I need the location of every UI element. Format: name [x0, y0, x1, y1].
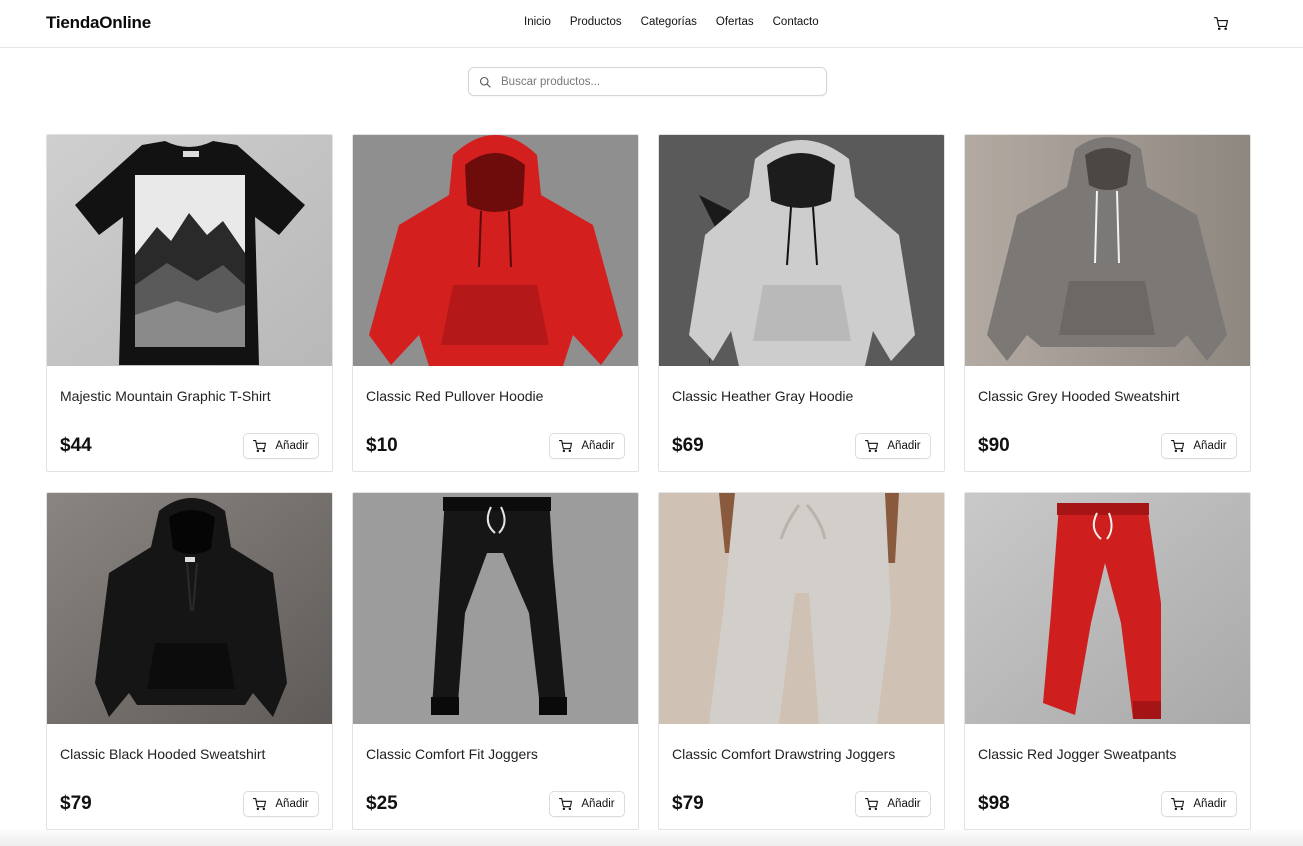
product-image[interactable] [47, 135, 332, 366]
add-button-label: Añadir [275, 440, 309, 452]
product-image[interactable] [353, 493, 638, 724]
product-card[interactable]: Classic Grey Hooded Sweatshirt $90 Añadi… [964, 134, 1251, 472]
product-card[interactable]: Majestic Mountain Graphic T-Shirt $44 Añ… [46, 134, 333, 472]
cart-icon [559, 440, 573, 452]
add-button-label: Añadir [887, 798, 921, 810]
add-to-cart-button[interactable]: Añadir [1161, 433, 1237, 459]
add-to-cart-button[interactable]: Añadir [243, 433, 319, 459]
product-card[interactable]: Classic Red Jogger Sweatpants $98 Añadir [964, 492, 1251, 830]
add-to-cart-button[interactable]: Añadir [855, 791, 931, 817]
cart-icon [1171, 440, 1185, 452]
cart-icon [1171, 798, 1185, 810]
product-title[interactable]: Majestic Mountain Graphic T-Shirt [60, 388, 271, 404]
main-nav: Inicio Productos Categorías Ofertas Cont… [524, 16, 819, 28]
product-title[interactable]: Classic Red Pullover Hoodie [366, 388, 543, 404]
top-header: TiendaOnline Inicio Productos Categorías… [0, 0, 1303, 48]
add-button-label: Añadir [887, 440, 921, 452]
product-card[interactable]: Classic Comfort Fit Joggers $25 Añadir [352, 492, 639, 830]
cart-icon [865, 798, 879, 810]
cart-icon [559, 798, 573, 810]
product-title[interactable]: Classic Grey Hooded Sweatshirt [978, 388, 1180, 404]
search-icon [479, 75, 493, 89]
product-price: $79 [60, 793, 92, 814]
nav-link-contacto[interactable]: Contacto [773, 16, 819, 28]
product-price: $10 [366, 435, 398, 456]
nav-link-ofertas[interactable]: Ofertas [716, 16, 754, 28]
add-to-cart-button[interactable]: Añadir [243, 791, 319, 817]
cart-icon [253, 440, 267, 452]
product-grid: Majestic Mountain Graphic T-Shirt $44 Añ… [46, 134, 1251, 830]
product-title[interactable]: Classic Heather Gray Hoodie [672, 388, 853, 404]
nav-link-inicio[interactable]: Inicio [524, 16, 551, 28]
nav-link-productos[interactable]: Productos [570, 16, 622, 28]
add-to-cart-button[interactable]: Añadir [1161, 791, 1237, 817]
add-button-label: Añadir [581, 798, 615, 810]
add-button-label: Añadir [1193, 440, 1227, 452]
product-card[interactable]: Classic Black Hooded Sweatshirt $79 Añad… [46, 492, 333, 830]
add-to-cart-button[interactable]: Añadir [549, 791, 625, 817]
product-price: $98 [978, 793, 1010, 814]
search-bar [468, 67, 827, 96]
product-title[interactable]: Classic Red Jogger Sweatpants [978, 746, 1176, 762]
product-title[interactable]: Classic Black Hooded Sweatshirt [60, 746, 265, 762]
add-button-label: Añadir [275, 798, 309, 810]
product-title[interactable]: Classic Comfort Fit Joggers [366, 746, 538, 762]
product-card[interactable]: Classic Comfort Drawstring Joggers $79 A… [658, 492, 945, 830]
product-card[interactable]: Classic Red Pullover Hoodie $10 Añadir [352, 134, 639, 472]
product-price: $25 [366, 793, 398, 814]
product-price: $69 [672, 435, 704, 456]
product-title[interactable]: Classic Comfort Drawstring Joggers [672, 746, 895, 762]
search-input[interactable] [501, 75, 801, 88]
cart-icon [865, 440, 879, 452]
product-image[interactable] [659, 493, 944, 724]
product-price: $79 [672, 793, 704, 814]
cart-icon [1214, 16, 1228, 30]
product-image[interactable] [353, 135, 638, 366]
product-image[interactable] [965, 135, 1250, 366]
brand-logo[interactable]: TiendaOnline [46, 13, 151, 33]
product-card[interactable]: Classic Heather Gray Hoodie $69 Añadir [658, 134, 945, 472]
cart-button[interactable] [1212, 15, 1230, 31]
cart-icon [253, 798, 267, 810]
bottom-scroll-fade [0, 828, 1303, 846]
product-image[interactable] [965, 493, 1250, 724]
product-image[interactable] [47, 493, 332, 724]
add-button-label: Añadir [581, 440, 615, 452]
product-image[interactable] [659, 135, 944, 366]
add-button-label: Añadir [1193, 798, 1227, 810]
nav-link-categorias[interactable]: Categorías [641, 16, 697, 28]
product-price: $44 [60, 435, 92, 456]
add-to-cart-button[interactable]: Añadir [549, 433, 625, 459]
product-price: $90 [978, 435, 1010, 456]
add-to-cart-button[interactable]: Añadir [855, 433, 931, 459]
